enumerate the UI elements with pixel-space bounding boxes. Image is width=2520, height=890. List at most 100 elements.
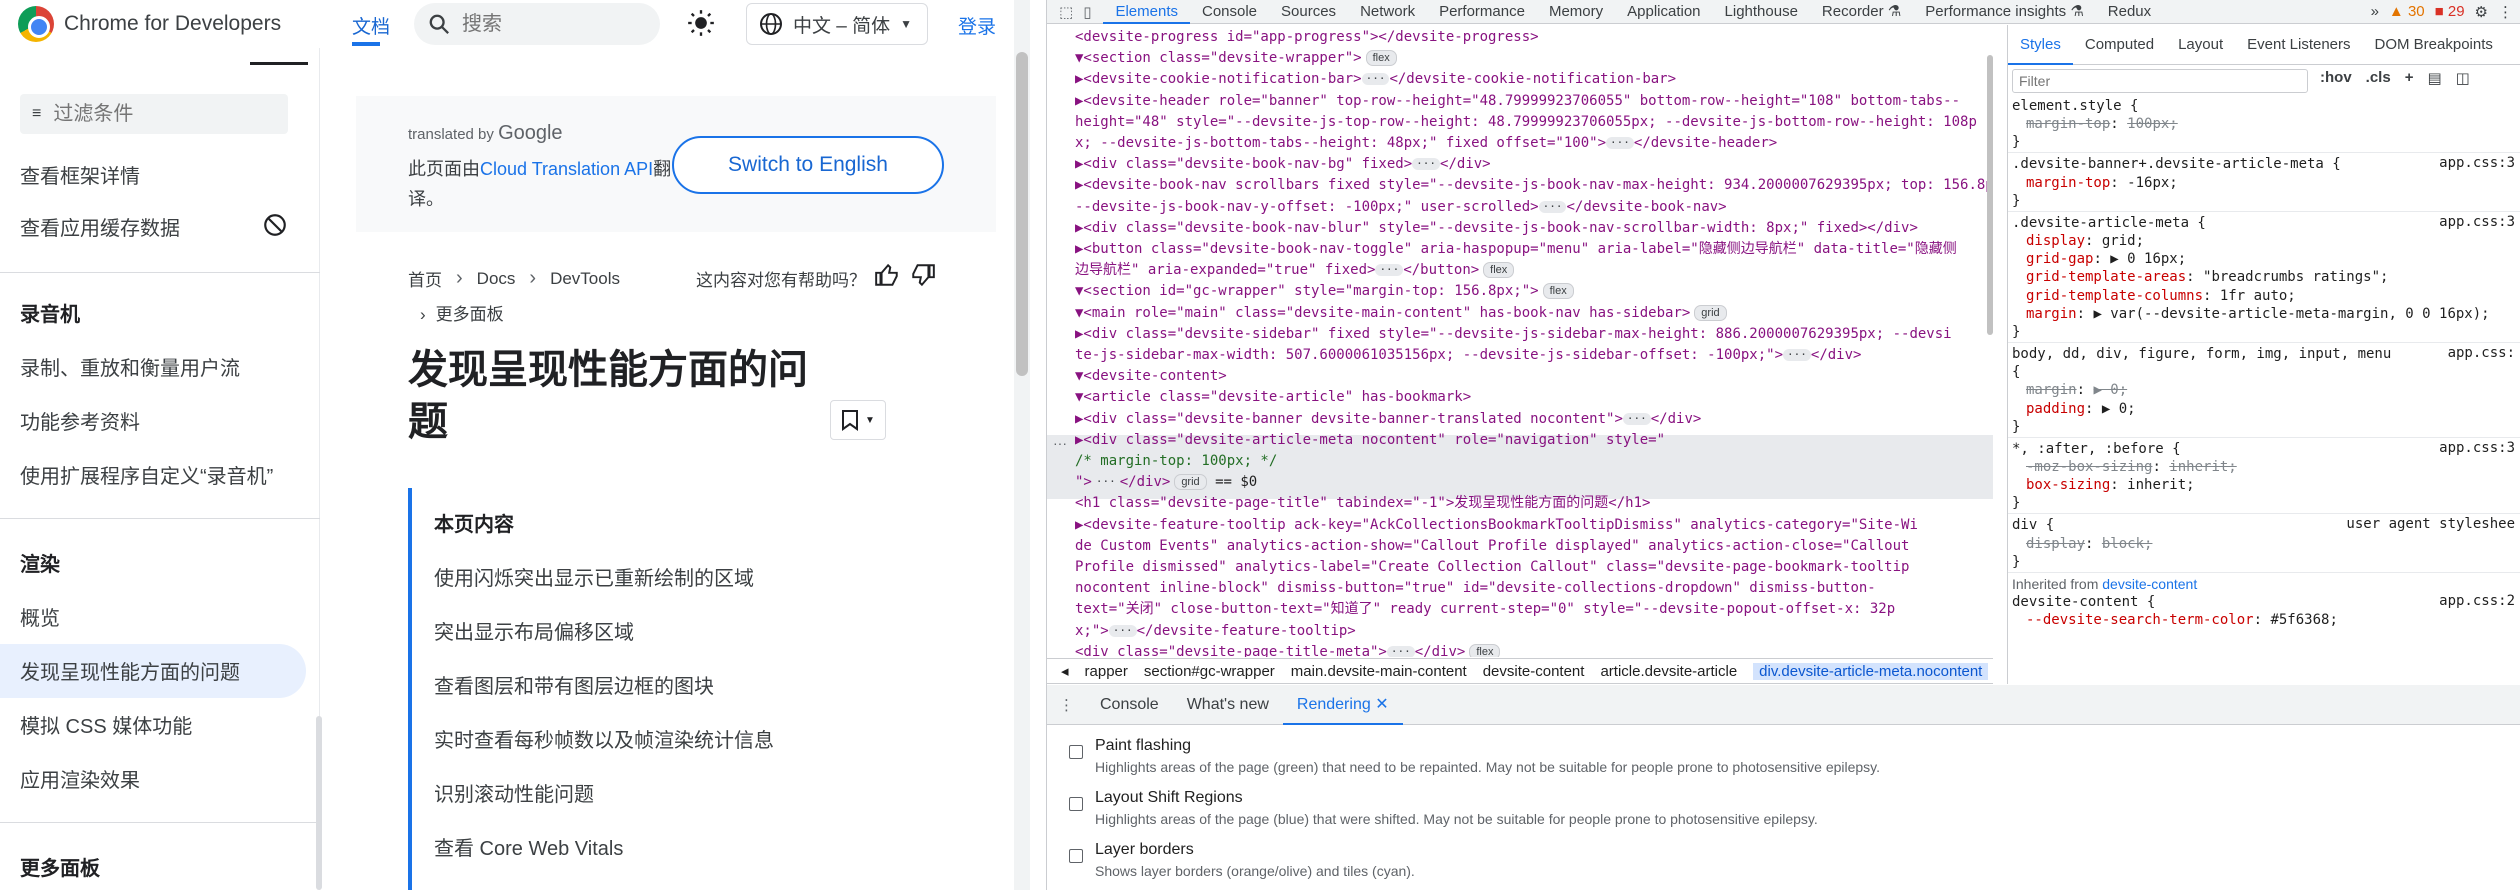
tab-computed[interactable]: Computed [2073, 25, 2166, 65]
language-select[interactable]: 中文 – 简体 ▼ [746, 3, 928, 45]
theme-toggle-icon[interactable] [686, 8, 716, 38]
dom-node-line[interactable]: ▶<div class="devsite-book-nav-blur" styl… [1075, 218, 1918, 239]
kebab-menu-icon[interactable]: ⋮ [2498, 3, 2513, 21]
dom-node-line[interactable]: ▶<devsite-feature-tooltip ack-key="AckCo… [1075, 515, 1918, 536]
css-declaration[interactable]: margin-top: 100px; [2026, 115, 2178, 133]
dom-crumb-active[interactable]: div.devsite-article-meta.nocontent [1753, 662, 1989, 680]
css-declaration[interactable]: margin: ▶ var(--devsite-article-meta-mar… [2026, 305, 2490, 323]
search-input[interactable] [462, 12, 632, 36]
sidebar-item-app-cache[interactable]: 查看应用缓存数据 [20, 212, 180, 241]
dom-crumb[interactable]: main.devsite-main-content [1291, 663, 1467, 680]
dom-node-line[interactable]: ▼<article class="devsite-article" has-bo… [1075, 387, 1471, 408]
stylesheet-source-link[interactable]: app.css:3 [2439, 214, 2515, 230]
tab-redux[interactable]: Redux [2096, 0, 2163, 24]
css-declaration[interactable]: -moz-box-sizing: inherit; [2026, 458, 2237, 476]
drawer-tab-whats-new[interactable]: What's new [1173, 685, 1283, 725]
breadcrumb-devtools[interactable]: DevTools [550, 269, 620, 289]
dom-node-line[interactable]: nocontent inline-block" dismiss-button="… [1075, 578, 1876, 599]
css-declaration[interactable]: grid-template-areas: "breadcrumbs rating… [2026, 268, 2388, 286]
tab-performance[interactable]: Performance [1427, 0, 1537, 24]
stylesheet-source-link[interactable]: app.css:2 [2439, 593, 2515, 609]
sidebar-filter[interactable]: ≡ [20, 94, 288, 134]
layout-badge[interactable]: flex [1542, 283, 1574, 300]
dom-node-line[interactable]: "> ··· </div> grid == $0 [1075, 472, 1257, 493]
tab-memory[interactable]: Memory [1537, 0, 1615, 24]
page-scrollbar-thumb[interactable] [1016, 52, 1028, 376]
option-layout-shift-regions[interactable]: Layout Shift Regions Highlights areas of … [1069, 789, 1818, 827]
sidebar-item-extensions[interactable]: 使用扩展程序自定义“录音机” [20, 460, 273, 489]
sidebar-item-css-media[interactable]: 模拟 CSS 媒体功能 [20, 710, 192, 739]
tab-styles[interactable]: Styles [2008, 25, 2073, 65]
dom-node-line[interactable]: <devsite-progress id="app-progress"></de… [1075, 27, 1539, 48]
styles-filter-input[interactable] [2012, 69, 2308, 93]
css-declaration[interactable]: margin-top: -16px; [2026, 174, 2178, 192]
cloud-translation-link[interactable]: Cloud Translation API [480, 159, 653, 179]
toc-item[interactable]: 查看图层和带有图层边框的图块 [434, 670, 714, 699]
sidebar-item-reference[interactable]: 功能参考资料 [20, 406, 140, 435]
dom-node-line[interactable]: x; --devsite-js-bottom-tabs--height: 48p… [1075, 133, 1777, 154]
dom-node-line[interactable]: de Custom Events" analytics-action-show=… [1075, 536, 1909, 557]
site-search[interactable] [414, 3, 660, 45]
tab-lighthouse[interactable]: Lighthouse [1713, 0, 1810, 24]
site-logo[interactable]: Chrome for Developers [18, 6, 281, 42]
tab-layout[interactable]: Layout [2166, 25, 2235, 65]
crumbs-scroll-left-icon[interactable]: ◂ [1061, 662, 1069, 680]
css-declaration[interactable]: grid-gap: ▶ 0 16px; [2026, 250, 2186, 268]
dom-node-line[interactable]: --devsite-js-book-nav-y-offset: -100px;"… [1075, 197, 1727, 218]
sidebar-toggle-icon[interactable]: ◫ [2456, 69, 2470, 87]
dom-node-line[interactable]: ▼<section id="gc-wrapper" style="margin-… [1075, 281, 1574, 302]
toc-item[interactable]: 查看 Core Web Vitals [434, 832, 623, 861]
dom-crumb[interactable]: section#gc-wrapper [1144, 663, 1275, 680]
gear-icon[interactable]: ⚙ [2475, 3, 2488, 21]
collapsed-content-ellipsis[interactable]: ··· [1622, 412, 1651, 425]
sidebar-item-frame-details[interactable]: 查看框架详情 [20, 164, 140, 189]
layer-borders-checkbox[interactable] [1069, 849, 1083, 863]
sidebar-scrollbar[interactable] [316, 716, 322, 890]
collapsed-content-ellipsis[interactable]: ··· [1783, 349, 1811, 361]
sidebar-item-render-effects[interactable]: 应用渲染效果 [20, 764, 140, 793]
dom-node-line[interactable]: <div class="devsite-page-title-meta"> ···… [1075, 642, 1501, 657]
dom-node-line[interactable]: x;"> ··· </devsite-feature-tooltip> [1075, 621, 1356, 642]
toc-item[interactable]: 实时查看每秒帧数以及帧渲染统计信息 [434, 724, 774, 753]
switch-to-english-button[interactable]: Switch to English [672, 136, 944, 194]
collapsed-content-ellipsis[interactable]: ··· [1412, 158, 1441, 171]
elements-scrollbar[interactable] [1987, 55, 1993, 335]
toc-item[interactable]: 识别滚动性能问题 [434, 778, 594, 807]
thumb-up-icon[interactable] [874, 262, 900, 294]
errors-badge[interactable]: ■ 29 [2435, 3, 2465, 20]
collapsed-content-ellipsis[interactable]: ··· [1108, 624, 1137, 637]
more-tabs-icon[interactable]: » [2371, 3, 2379, 20]
toc-item[interactable]: 使用闪烁突出显示已重新绘制的区域 [434, 562, 754, 591]
layout-shift-checkbox[interactable] [1069, 797, 1083, 811]
tab-application[interactable]: Application [1615, 0, 1712, 24]
dom-node-line[interactable]: ▶<devsite-header role="banner" top-row--… [1075, 91, 1960, 112]
sidebar-item-record[interactable]: 录制、重放和衡量用户流 [20, 352, 240, 381]
stylesheet-source-link[interactable]: app.css: [2448, 345, 2515, 361]
paint-flashing-checkbox[interactable] [1069, 745, 1083, 759]
option-paint-flashing[interactable]: Paint flashing Highlights areas of the pa… [1069, 737, 1880, 775]
stylesheet-source-link[interactable]: app.css:3 [2439, 155, 2515, 171]
tab-network[interactable]: Network [1348, 0, 1427, 24]
dom-crumb[interactable]: devsite-content [1483, 663, 1585, 680]
dom-node-line[interactable]: ▶<devsite-book-nav scrollbars fixed styl… [1075, 175, 1993, 196]
collapsed-content-ellipsis[interactable]: ··· [1375, 264, 1404, 277]
elements-dom-tree[interactable]: <devsite-progress id="app-progress"></de… [1047, 25, 1993, 657]
collapsed-content-ellipsis[interactable]: ··· [1091, 476, 1120, 489]
layout-badge[interactable]: flex [1469, 643, 1501, 657]
hover-state-toggle[interactable]: :hov [2320, 69, 2352, 87]
breadcrumb-docs[interactable]: Docs [477, 269, 516, 289]
tab-console[interactable]: Console [1190, 0, 1269, 24]
collapsed-content-ellipsis[interactable]: ··· [1386, 645, 1415, 657]
dom-node-line[interactable]: 边导航栏" aria-expanded="true" fixed> ··· </bu… [1075, 260, 1515, 281]
stylesheet-source-link[interactable]: app.css:3 [2439, 440, 2515, 456]
warnings-badge[interactable]: ▲ 30 [2389, 3, 2425, 20]
collapsed-content-ellipsis[interactable]: ··· [1538, 200, 1567, 213]
breadcrumb-more-panels[interactable]: › 更多面板 [420, 300, 504, 325]
tab-dom-breakpoints[interactable]: DOM Breakpoints [2363, 25, 2505, 65]
css-declaration[interactable]: display: block; [2026, 535, 2152, 553]
thumb-down-icon[interactable] [910, 262, 936, 294]
dom-node-line[interactable]: ▶<button class="devsite-book-nav-toggle"… [1075, 239, 1957, 260]
css-declaration[interactable]: grid-template-columns: 1fr auto; [2026, 287, 2296, 305]
layout-badge[interactable]: flex [1483, 262, 1515, 279]
dom-crumb[interactable]: rapper [1085, 663, 1128, 680]
